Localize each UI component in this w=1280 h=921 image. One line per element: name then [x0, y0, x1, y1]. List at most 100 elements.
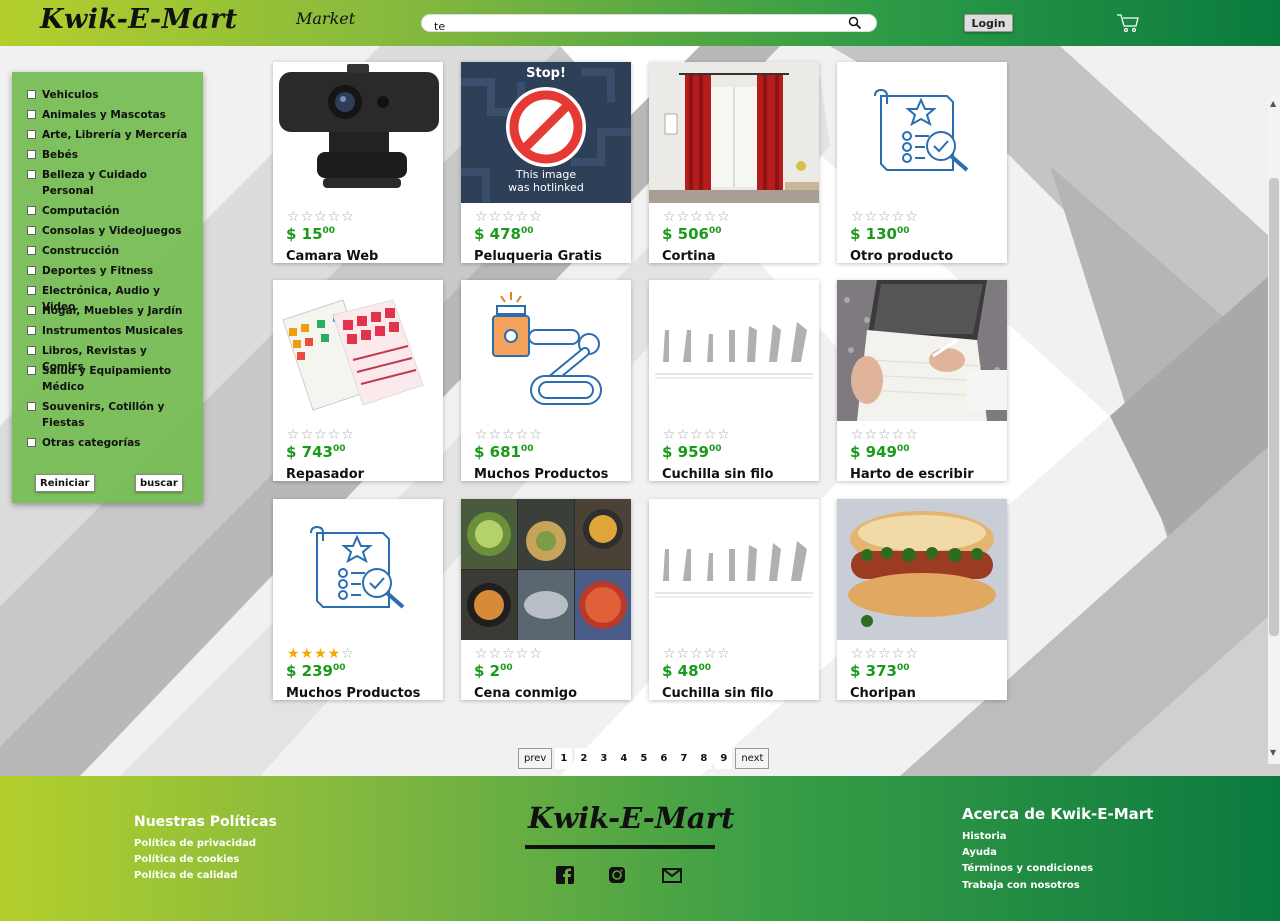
product-image-writing[interactable]: [837, 280, 1007, 421]
product-name[interactable]: Cortina: [662, 249, 716, 263]
product-card[interactable]: ☆☆☆☆☆ $ 13000 Otro producto: [837, 62, 1007, 263]
product-name[interactable]: Camara Web: [286, 249, 378, 263]
next-page-button[interactable]: next: [735, 748, 770, 769]
category-checkbox[interactable]: [27, 130, 36, 139]
about-link[interactable]: Términos y condiciones: [962, 863, 1093, 874]
category-item[interactable]: Instrumentos Musicales: [27, 323, 192, 339]
facebook-icon[interactable]: [556, 866, 574, 884]
product-image-webcam[interactable]: [273, 62, 443, 203]
product-image-hotlinked[interactable]: Stop! This image was hotlinked: [461, 62, 631, 203]
product-image-robot-arm[interactable]: [461, 280, 631, 421]
product-image-placeholder[interactable]: [837, 62, 1007, 203]
product-card[interactable]: ☆☆☆☆☆ $ 200 Cena conmigo: [461, 499, 631, 700]
product-name[interactable]: Peluqueria Gratis: [474, 249, 602, 263]
page-button[interactable]: 1: [555, 748, 573, 769]
page-button[interactable]: 7: [675, 748, 693, 769]
rating-stars[interactable]: ☆☆☆☆☆: [475, 646, 543, 662]
mail-icon[interactable]: [662, 868, 682, 883]
product-card[interactable]: ☆☆☆☆☆ $ 37300 Choripan: [837, 499, 1007, 700]
category-checkbox[interactable]: [27, 226, 36, 235]
policy-link[interactable]: Política de calidad: [134, 870, 237, 881]
product-name[interactable]: Cuchilla sin filo: [662, 467, 773, 481]
product-image-placeholder[interactable]: [273, 499, 443, 640]
rating-stars[interactable]: ☆☆☆☆☆: [663, 646, 731, 662]
category-item[interactable]: Arte, Librería y Mercería: [27, 127, 192, 143]
rating-stars[interactable]: ☆☆☆☆☆: [475, 209, 543, 225]
product-card[interactable]: ☆☆☆☆☆ $ 1500 Camara Web: [273, 62, 443, 263]
category-item[interactable]: Salud y Equipamiento Médico: [27, 363, 192, 395]
product-image-dishcloths[interactable]: [273, 280, 443, 421]
login-button[interactable]: Login: [964, 14, 1013, 32]
rating-stars[interactable]: ☆☆☆☆☆: [851, 209, 919, 225]
rating-stars[interactable]: ☆☆☆☆☆: [663, 427, 731, 443]
product-name[interactable]: Cena conmigo: [474, 686, 577, 700]
category-checkbox[interactable]: [27, 346, 36, 355]
category-checkbox[interactable]: [27, 326, 36, 335]
page-button[interactable]: 8: [695, 748, 713, 769]
category-item[interactable]: Construcción: [27, 243, 192, 259]
about-link[interactable]: Ayuda: [962, 847, 997, 858]
category-checkbox[interactable]: [27, 438, 36, 447]
rating-stars[interactable]: ★★★★☆: [287, 646, 355, 662]
page-button[interactable]: 2: [575, 748, 593, 769]
product-card[interactable]: ☆☆☆☆☆ $ 4800 Cuchilla sin filo: [649, 499, 819, 700]
policy-link[interactable]: Política de cookies: [134, 854, 239, 865]
category-checkbox[interactable]: [27, 90, 36, 99]
product-name[interactable]: Muchos Productos: [286, 686, 420, 700]
category-checkbox[interactable]: [27, 402, 36, 411]
product-name[interactable]: Cuchilla sin filo: [662, 686, 773, 700]
category-item[interactable]: Souvenirs, Cotillón y Fiestas: [27, 399, 192, 431]
category-item[interactable]: Consolas y Videojuegos: [27, 223, 192, 239]
product-card[interactable]: Stop! This image was hotlinked ☆☆☆☆☆ $ 4…: [461, 62, 631, 263]
policy-link[interactable]: Política de privacidad: [134, 838, 256, 849]
category-checkbox[interactable]: [27, 366, 36, 375]
prev-page-button[interactable]: prev: [518, 748, 553, 769]
product-card[interactable]: ★★★★☆ $ 23900 Muchos Productos: [273, 499, 443, 700]
rating-stars[interactable]: ☆☆☆☆☆: [663, 209, 731, 225]
category-item[interactable]: Belleza y Cuidado Personal: [27, 167, 192, 199]
product-name[interactable]: Choripan: [850, 686, 916, 700]
nav-market-link[interactable]: Market: [296, 9, 355, 28]
product-image-curtain[interactable]: [649, 62, 819, 203]
scrollbar-thumb[interactable]: [1269, 178, 1279, 636]
cart-icon[interactable]: [1116, 13, 1140, 33]
about-link[interactable]: Trabaja con nosotros: [962, 880, 1080, 891]
search-icon[interactable]: [848, 16, 862, 30]
product-card[interactable]: ☆☆☆☆☆ $ 95900 Cuchilla sin filo: [649, 280, 819, 481]
page-button[interactable]: 9: [715, 748, 733, 769]
product-image-blades[interactable]: [649, 499, 819, 640]
rating-stars[interactable]: ☆☆☆☆☆: [475, 427, 543, 443]
rating-stars[interactable]: ☆☆☆☆☆: [851, 646, 919, 662]
category-checkbox[interactable]: [27, 246, 36, 255]
rating-stars[interactable]: ☆☆☆☆☆: [287, 209, 355, 225]
category-item[interactable]: Computación: [27, 203, 192, 219]
page-button[interactable]: 3: [595, 748, 613, 769]
reset-button[interactable]: Reiniciar: [35, 474, 95, 492]
category-checkbox[interactable]: [27, 306, 36, 315]
brand-logo[interactable]: Kwik-E-Mart: [40, 4, 238, 35]
category-item[interactable]: Hogar, Muebles y Jardín: [27, 303, 192, 319]
category-checkbox[interactable]: [27, 170, 36, 179]
product-card[interactable]: ☆☆☆☆☆ $ 74300 Repasador: [273, 280, 443, 481]
product-image-choripan[interactable]: [837, 499, 1007, 640]
product-image-blades[interactable]: [649, 280, 819, 421]
category-checkbox[interactable]: [27, 266, 36, 275]
product-name[interactable]: Otro producto: [850, 249, 953, 263]
category-checkbox[interactable]: [27, 206, 36, 215]
product-card[interactable]: ☆☆☆☆☆ $ 94900 Harto de escribir: [837, 280, 1007, 481]
category-item[interactable]: Vehiculos: [27, 87, 192, 103]
category-checkbox[interactable]: [27, 110, 36, 119]
instagram-icon[interactable]: [608, 866, 626, 884]
product-card[interactable]: ☆☆☆☆☆ $ 68100 Muchos Productos: [461, 280, 631, 481]
page-button[interactable]: 6: [655, 748, 673, 769]
page-button[interactable]: 4: [615, 748, 633, 769]
scroll-down-arrow[interactable]: ▼: [1270, 748, 1276, 757]
product-name[interactable]: Muchos Productos: [474, 467, 608, 481]
category-checkbox[interactable]: [27, 286, 36, 295]
about-link[interactable]: Historia: [962, 831, 1007, 842]
product-image-dinner[interactable]: [461, 499, 631, 640]
category-item[interactable]: Otras categorías: [27, 435, 192, 451]
category-item[interactable]: Bebés: [27, 147, 192, 163]
scroll-up-arrow[interactable]: ▲: [1270, 99, 1276, 108]
product-name[interactable]: Harto de escribir: [850, 467, 974, 481]
